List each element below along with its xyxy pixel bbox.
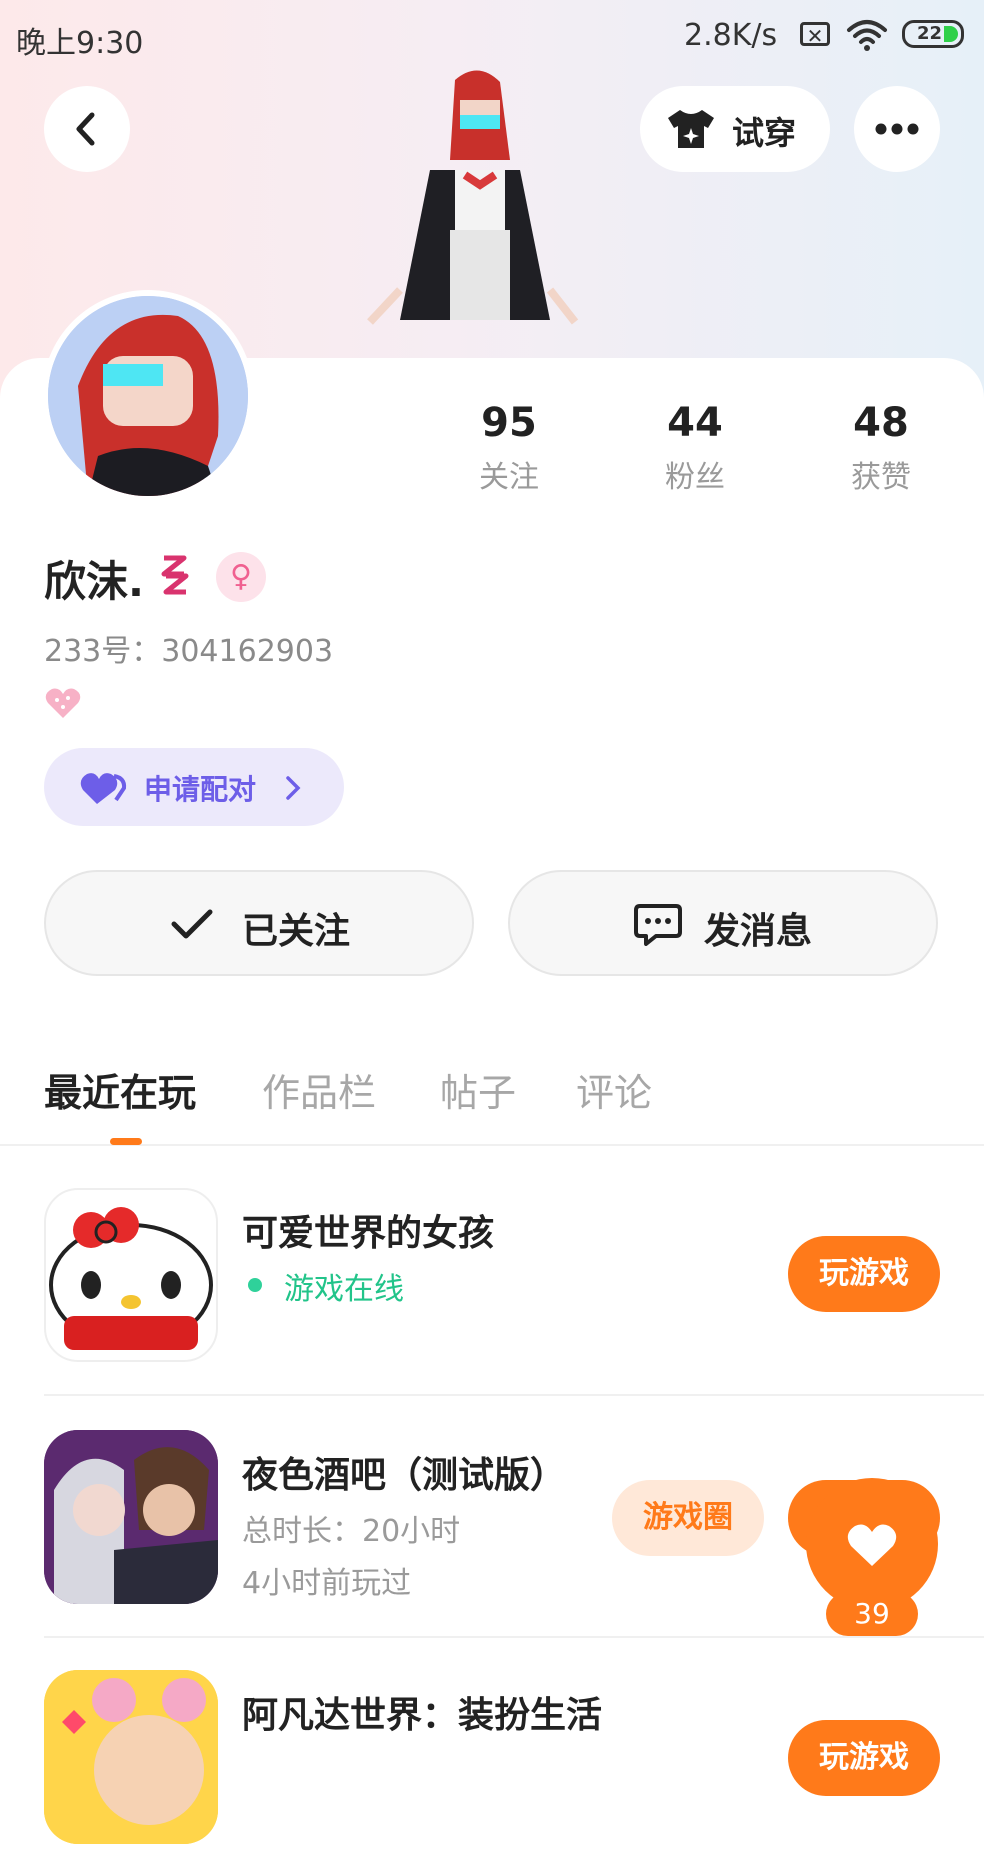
shirt-icon	[668, 110, 714, 148]
game-item[interactable]: 可爱世界的女孩 游戏在线 玩游戏	[44, 1188, 940, 1368]
list-divider	[44, 1394, 984, 1396]
stat-likes[interactable]: 48 获赞	[806, 400, 956, 496]
message-label: 发消息	[704, 911, 813, 952]
gender-badge: ♀	[216, 552, 266, 602]
heart-badge-icon	[45, 688, 81, 718]
pair-heart-icon	[80, 773, 127, 804]
like-button[interactable]	[806, 1478, 938, 1610]
game-last-played: 4小时前玩过	[242, 1566, 412, 1601]
chevron-left-icon	[76, 112, 95, 146]
play-game-button[interactable]: 玩游戏	[788, 1236, 940, 1312]
tab-recently-played[interactable]: 最近在玩	[44, 1062, 196, 1117]
more-button[interactable]	[854, 86, 940, 172]
avatar-image	[48, 296, 248, 496]
wifi-icon	[847, 20, 887, 51]
user-id: 233号：304162903	[44, 634, 334, 669]
game-title: 夜色酒吧（测试版）	[242, 1455, 567, 1496]
stat-following[interactable]: 95 关注	[434, 400, 584, 496]
followers-count: 44	[667, 400, 723, 446]
like-count: 39	[826, 1592, 918, 1636]
game-icon-hello-kitty	[44, 1188, 218, 1362]
pair-request-label: 申请配对	[144, 773, 257, 806]
game-total-time: 总时长：20小时	[242, 1514, 461, 1549]
heart-icon	[847, 1524, 897, 1566]
game-item[interactable]: 阿凡达世界：装扮生活 玩游戏	[44, 1670, 940, 1850]
game-title: 可爱世界的女孩	[242, 1213, 495, 1254]
active-tab-indicator	[110, 1138, 142, 1145]
back-button[interactable]	[44, 86, 130, 172]
pair-request-button[interactable]: 申请配对	[44, 748, 344, 826]
stat-followers[interactable]: 44 粉丝	[620, 400, 770, 496]
sim-icon: ✕	[800, 22, 830, 47]
avatar[interactable]	[42, 290, 254, 502]
try-on-label: 试穿	[732, 114, 797, 152]
game-icon-avatar-world	[44, 1670, 218, 1844]
game-online-status: 游戏在线	[284, 1272, 404, 1307]
game-item[interactable]: 夜色酒吧（测试版） 总时长：20小时 4小时前玩过 游戏圈	[44, 1430, 940, 1610]
network-speed: 2.8K/s	[684, 18, 778, 53]
status-time: 晚上9:30	[16, 26, 144, 61]
more-dots-icon	[875, 123, 919, 135]
tab-comments[interactable]: 评论	[576, 1062, 652, 1117]
try-on-button[interactable]: 试穿	[640, 86, 830, 172]
battery-icon: 22	[902, 20, 964, 48]
followers-label: 粉丝	[665, 460, 725, 495]
follow-label: 已关注	[242, 911, 351, 952]
tab-works[interactable]: 作品栏	[262, 1062, 376, 1117]
battery-level: 22	[917, 23, 943, 44]
likes-count: 48	[853, 400, 909, 446]
follow-button[interactable]: 已关注	[44, 870, 474, 976]
list-divider	[44, 1636, 984, 1638]
following-label: 关注	[479, 460, 539, 495]
online-status-dot	[248, 1278, 262, 1292]
play-game-button[interactable]: 玩游戏	[788, 1720, 940, 1796]
message-button[interactable]: 发消息	[508, 870, 938, 976]
game-title: 阿凡达世界：装扮生活	[242, 1695, 603, 1736]
game-circle-button[interactable]: 游戏圈	[612, 1480, 764, 1556]
profile-name: 欣沫.	[44, 557, 144, 606]
game-icon-night-bar	[44, 1430, 218, 1604]
chevron-right-icon	[286, 776, 301, 800]
tab-posts[interactable]: 帖子	[440, 1062, 516, 1117]
following-count: 95	[481, 400, 537, 446]
avatar-3d-character	[367, 70, 579, 325]
likes-label: 获赞	[851, 460, 911, 495]
chat-bubble-icon	[634, 904, 682, 946]
sleep-zzz-icon	[161, 555, 189, 595]
check-icon	[171, 909, 213, 939]
profile-tabs: 最近在玩 作品栏 帖子 评论	[0, 1054, 984, 1146]
